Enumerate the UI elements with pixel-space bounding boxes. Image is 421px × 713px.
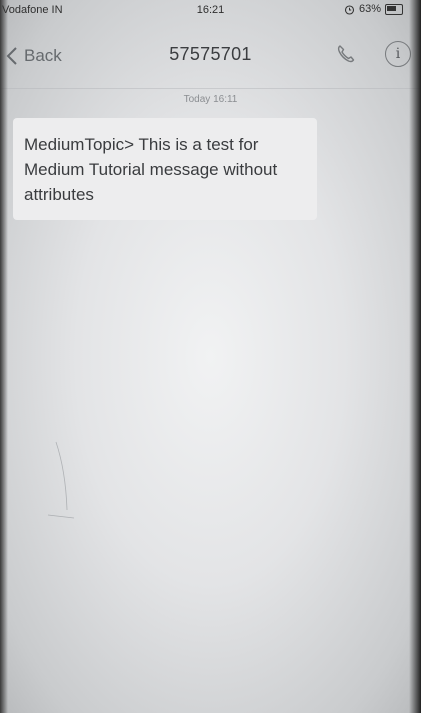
conversation-header: Back 57575701 i	[0, 22, 421, 89]
phone-icon[interactable]	[335, 43, 357, 70]
phone-screen: Vodafone IN 16:21 63% Back 57575701 i To…	[0, 0, 421, 713]
message-bubble[interactable]: MediumTopic> This is a test for Medium T…	[13, 118, 317, 220]
screen-scratch	[47, 441, 75, 519]
alarm-icon	[344, 4, 355, 15]
screen-edge-right	[409, 0, 421, 713]
status-bar: Vodafone IN 16:21 63%	[0, 0, 421, 22]
screen-edge-left	[0, 0, 8, 713]
conversation-title: 57575701	[169, 44, 252, 64]
battery-icon	[385, 3, 403, 15]
info-icon[interactable]: i	[385, 41, 411, 67]
message-text: MediumTopic> This is a test for Medium T…	[24, 135, 278, 204]
battery-area: 63%	[344, 3, 403, 15]
battery-percent: 63%	[358, 3, 381, 15]
message-timestamp: Today 16:11	[183, 94, 238, 105]
